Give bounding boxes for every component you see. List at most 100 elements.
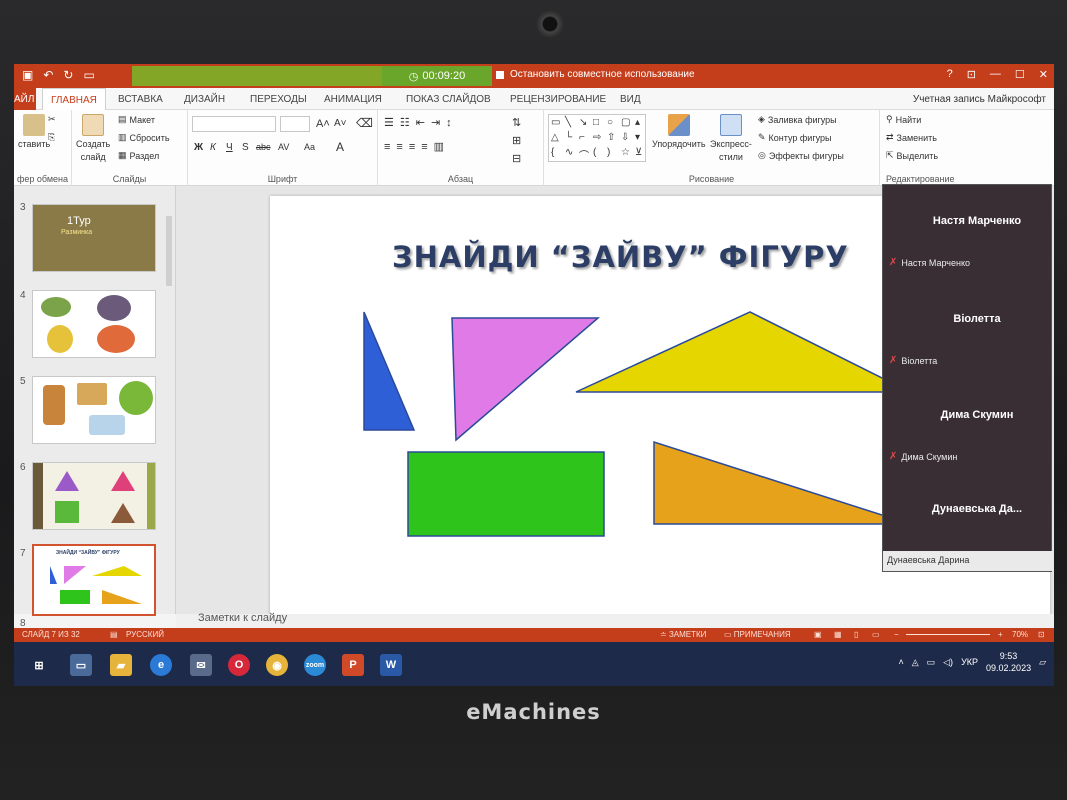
tab-design[interactable]: ДИЗАЙН: [184, 94, 225, 105]
change-case-button[interactable]: Aa: [304, 142, 315, 152]
slide-thumb-7[interactable]: ЗНАЙДИ “ЗАЙВУ” ФІГУРУ: [32, 544, 156, 616]
underline-button[interactable]: Ч: [226, 142, 233, 153]
text-direction-icon[interactable]: ⇅: [512, 116, 521, 129]
paren-shape-icon[interactable]: (: [593, 147, 607, 162]
keyboard-language[interactable]: УКР: [961, 657, 978, 667]
slide-thumb-4[interactable]: [32, 290, 156, 358]
font-grow-icon[interactable]: A˄: [316, 118, 330, 130]
ribbon-display-icon[interactable]: ⊡: [967, 68, 976, 81]
elbow-shape-icon[interactable]: └: [565, 132, 579, 147]
down-arrow-shape-icon[interactable]: ⇩: [621, 132, 635, 147]
align-buttons[interactable]: ≡≡≡≡▥: [384, 140, 450, 153]
zoom-level[interactable]: 70%: [1012, 630, 1028, 639]
minimize-button[interactable]: —: [990, 68, 1001, 81]
up-arrow-shape-icon[interactable]: ⇧: [607, 132, 621, 147]
strikethrough-button[interactable]: abc: [256, 142, 271, 152]
fit-slide-icon[interactable]: ⊡: [1038, 630, 1045, 639]
curve-shape-icon[interactable]: ∿: [565, 147, 579, 162]
zoom-app-icon[interactable]: zoom: [304, 654, 326, 676]
oval-shape-icon[interactable]: ○: [607, 117, 621, 132]
reading-view-icon[interactable]: ▯: [854, 630, 858, 639]
network-icon[interactable]: ◬: [912, 657, 919, 668]
shape-outline-button[interactable]: ✎ Контур фигуры: [758, 132, 831, 143]
slide-thumb-5[interactable]: [32, 376, 156, 444]
more-up-icon[interactable]: ▴: [635, 117, 649, 132]
tab-home[interactable]: ГЛАВНАЯ: [42, 88, 106, 111]
font-shrink-icon[interactable]: A˅: [334, 118, 347, 129]
battery-icon[interactable]: ▭: [927, 657, 936, 668]
arrange-button[interactable]: Упорядочить: [652, 114, 706, 149]
language-indicator[interactable]: РУССКИЙ: [126, 630, 164, 639]
clear-format-icon[interactable]: ⌫: [356, 116, 373, 130]
more-down-icon[interactable]: ▾: [635, 132, 649, 147]
tab-review[interactable]: РЕЦЕНЗИРОВАНИЕ: [510, 94, 606, 105]
tab-insert[interactable]: ВСТАВКА: [118, 94, 163, 105]
tab-view[interactable]: ВИД: [620, 94, 641, 105]
participant-tile[interactable]: Віолетта ✗ Віолетта: [883, 283, 1053, 379]
connector-shape-icon[interactable]: ⌐: [579, 132, 593, 147]
tab-slideshow[interactable]: ПОКАЗ СЛАЙДОВ: [406, 94, 491, 105]
reset-button[interactable]: ▥ Сбросить: [118, 132, 170, 143]
zoom-slider[interactable]: [906, 634, 990, 635]
tab-file[interactable]: АЙЛ: [14, 88, 36, 110]
brace-shape-icon[interactable]: {: [551, 147, 565, 162]
help-button[interactable]: ?: [947, 68, 953, 81]
normal-view-icon[interactable]: ▣: [814, 630, 822, 639]
yellow-obtuse-triangle[interactable]: [575, 311, 911, 393]
task-view-icon[interactable]: ▭: [70, 654, 92, 676]
star-shape-icon[interactable]: ☆: [621, 147, 635, 162]
maximize-button[interactable]: ☐: [1015, 68, 1025, 81]
shape-effects-button[interactable]: ◎ Эффекты фигуры: [758, 150, 844, 161]
shape-fill-button[interactable]: ◈ Заливка фигуры: [758, 114, 837, 125]
file-explorer-icon[interactable]: ▰: [110, 654, 132, 676]
notifications-icon[interactable]: ▱: [1039, 657, 1046, 668]
triangle-shape-icon[interactable]: △: [551, 132, 565, 147]
rounded-rect-shape-icon[interactable]: ▢: [621, 117, 635, 132]
stop-sharing-button[interactable]: Остановить совместное использование: [496, 69, 695, 80]
start-icon[interactable]: ⊞: [28, 654, 50, 676]
zoom-out-icon[interactable]: −: [894, 630, 899, 639]
undo-icon[interactable]: ↶: [43, 68, 53, 82]
quick-styles-button[interactable]: Экспресс- стили: [710, 114, 752, 162]
font-name-select[interactable]: [192, 116, 276, 132]
layout-button[interactable]: ▤ Макет: [118, 114, 155, 125]
redo-icon[interactable]: ↻: [63, 68, 73, 82]
participant-tile[interactable]: Дима Скумин ✗ Дима Скумин: [883, 379, 1053, 475]
slideshow-view-icon[interactable]: ▭: [872, 630, 880, 639]
notes-toggle-button[interactable]: ≐ ЗАМЕТКИ: [660, 630, 706, 639]
pink-right-triangle[interactable]: [451, 317, 601, 442]
opera-icon[interactable]: O: [228, 654, 250, 676]
slideshow-icon[interactable]: ▭: [83, 68, 94, 82]
rect-shape-icon[interactable]: □: [593, 117, 607, 132]
comments-toggle-button[interactable]: ▭ ПРИМЕЧАНИЯ: [724, 630, 791, 639]
tab-transitions[interactable]: ПЕРЕХОДЫ: [250, 94, 307, 105]
find-button[interactable]: ⚲ Найти: [886, 114, 921, 125]
thumbnails-scrollbar[interactable]: [166, 216, 172, 286]
orange-right-triangle[interactable]: [653, 440, 911, 525]
save-icon[interactable]: ▣: [22, 68, 33, 82]
new-slide-button[interactable]: Создать слайд: [76, 114, 110, 162]
shadow-text-button[interactable]: S: [242, 142, 249, 153]
font-color-button[interactable]: A: [336, 140, 344, 154]
textbox-shape-icon[interactable]: ▭: [551, 117, 565, 132]
italic-button[interactable]: К: [210, 142, 216, 153]
replace-button[interactable]: ⇄ Заменить: [886, 132, 937, 143]
paren-close-shape-icon[interactable]: ): [607, 147, 621, 162]
clock[interactable]: 9:53 09.02.2023: [986, 650, 1031, 674]
paste-button[interactable]: ставить: [18, 114, 50, 149]
char-spacing-button[interactable]: AV: [278, 142, 289, 152]
close-button[interactable]: ✕: [1039, 68, 1048, 81]
list-buttons[interactable]: ☰☷⇤⇥↕: [384, 116, 458, 129]
zoom-in-icon[interactable]: +: [998, 630, 1003, 639]
participant-tile[interactable]: Настя Марченко ✗ Настя Марченко: [883, 185, 1053, 281]
account-name[interactable]: Учетная запись Майкрософт: [913, 94, 1046, 105]
bold-button[interactable]: Ж: [194, 142, 203, 153]
copy-icon[interactable]: ⎘: [48, 132, 55, 143]
sorter-view-icon[interactable]: ▦: [834, 630, 842, 639]
section-button[interactable]: ▦ Раздел: [118, 150, 159, 161]
smartart-icon[interactable]: ⊟: [512, 152, 521, 165]
font-size-select[interactable]: [280, 116, 310, 132]
chrome-icon[interactable]: ◉: [266, 654, 288, 676]
shapes-gallery[interactable]: ▭ ╲ ↘ □ ○ ▢ ▴ △ └ ⌐ ⇨ ⇧ ⇩ ▾ {∿ ⌒() ☆ ⊻: [548, 114, 646, 162]
blue-right-triangle[interactable]: [363, 311, 416, 431]
